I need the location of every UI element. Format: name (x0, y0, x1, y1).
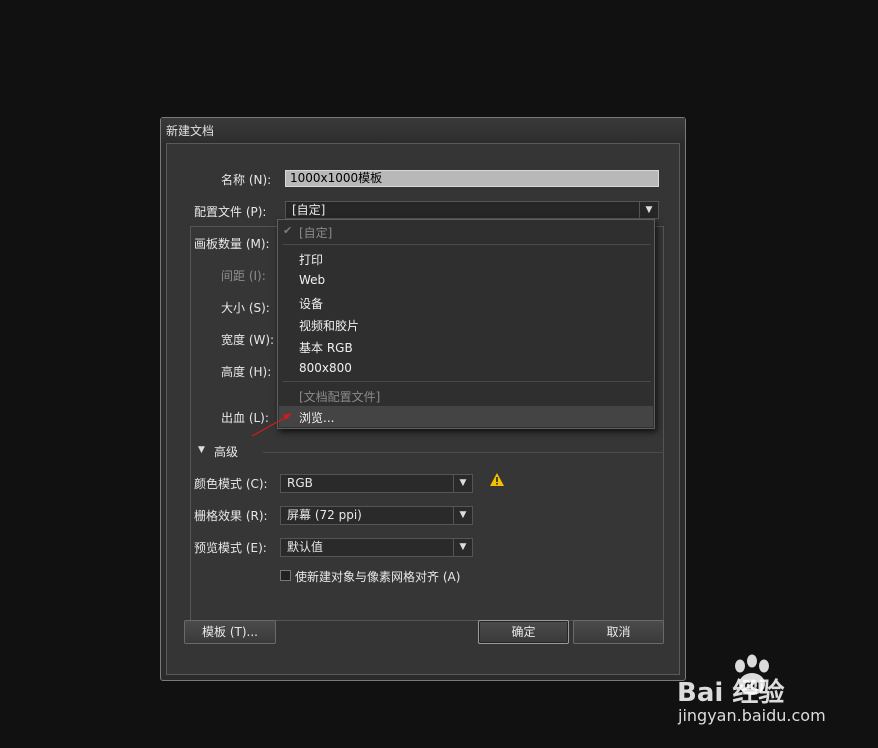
menu-item-web[interactable]: Web (299, 273, 325, 287)
profile-select[interactable]: [自定] ▼ (285, 201, 659, 219)
artboards-label: 画板数量 (M): (194, 237, 270, 251)
dialog-titlebar[interactable]: 新建文档 (161, 118, 685, 142)
name-input[interactable]: 1000x1000模板 (285, 170, 659, 187)
chevron-down-icon[interactable]: ▼ (453, 507, 472, 524)
chevron-down-icon[interactable]: ▼ (639, 202, 658, 219)
raster-select[interactable]: 屏幕 (72 ppi) ▼ (280, 506, 473, 525)
align-pixel-grid-checkbox[interactable] (280, 570, 291, 581)
raster-value: 屏幕 (72 ppi) (287, 508, 362, 522)
chevron-down-icon[interactable]: ▼ (453, 539, 472, 556)
dialog-title: 新建文档 (166, 124, 215, 138)
cancel-button[interactable]: 取消 (573, 620, 664, 644)
menu-item-custom[interactable]: [自定] (299, 224, 332, 241)
preview-mode-value: 默认值 (287, 540, 324, 554)
align-pixel-grid-label[interactable]: 使新建对象与像素网格对齐 (A) (295, 568, 460, 585)
chevron-down-icon[interactable]: ▼ (453, 475, 472, 492)
annotation-arrow-icon (251, 413, 292, 437)
color-mode-select[interactable]: RGB ▼ (280, 474, 473, 493)
warning-icon (490, 473, 504, 486)
menu-item-print[interactable]: 打印 (299, 251, 323, 268)
profile-select-value: [自定] (292, 203, 326, 217)
name-label: 名称 (N): (221, 173, 272, 187)
profile-dropdown-menu: ✔ [自定] 打印 Web 设备 视频和胶片 基本 RGB 800x800 [文… (277, 219, 655, 429)
menu-separator (283, 244, 651, 245)
advanced-divider (263, 452, 664, 453)
advanced-label[interactable]: 高级 (214, 443, 238, 460)
menu-item-video-film[interactable]: 视频和胶片 (299, 317, 359, 334)
preview-mode-select[interactable]: 默认值 ▼ (280, 538, 473, 557)
menu-item-basic-rgb[interactable]: 基本 RGB (299, 339, 353, 356)
color-mode-value: RGB (287, 476, 313, 490)
menu-separator (283, 381, 651, 382)
watermark-brand: Bai 经验 (677, 678, 785, 708)
menu-item-document-profiles: [文档配置文件] (299, 390, 381, 404)
spacing-label: 间距 (I): (221, 269, 266, 283)
ok-button[interactable]: 确定 (478, 620, 569, 644)
menu-item-800x800[interactable]: 800x800 (299, 361, 352, 375)
raster-label: 栅格效果 (R): (194, 509, 268, 523)
size-label: 大小 (S): (221, 301, 270, 315)
profile-label: 配置文件 (P): (194, 205, 267, 219)
checkmark-icon: ✔ (283, 224, 293, 237)
menu-item-highlight (279, 406, 653, 427)
menu-item-devices[interactable]: 设备 (299, 295, 323, 312)
menu-item-browse[interactable]: 浏览... (299, 409, 334, 426)
preview-mode-label: 预览模式 (E): (194, 541, 267, 555)
width-label: 宽度 (W): (221, 333, 275, 347)
color-mode-label: 颜色模式 (C): (194, 477, 268, 491)
disclosure-triangle-icon[interactable]: ▼ (198, 445, 205, 455)
template-button[interactable]: 模板 (T)... (184, 620, 276, 644)
height-label: 高度 (H): (221, 365, 272, 379)
watermark-url: jingyan.baidu.com (678, 706, 826, 725)
